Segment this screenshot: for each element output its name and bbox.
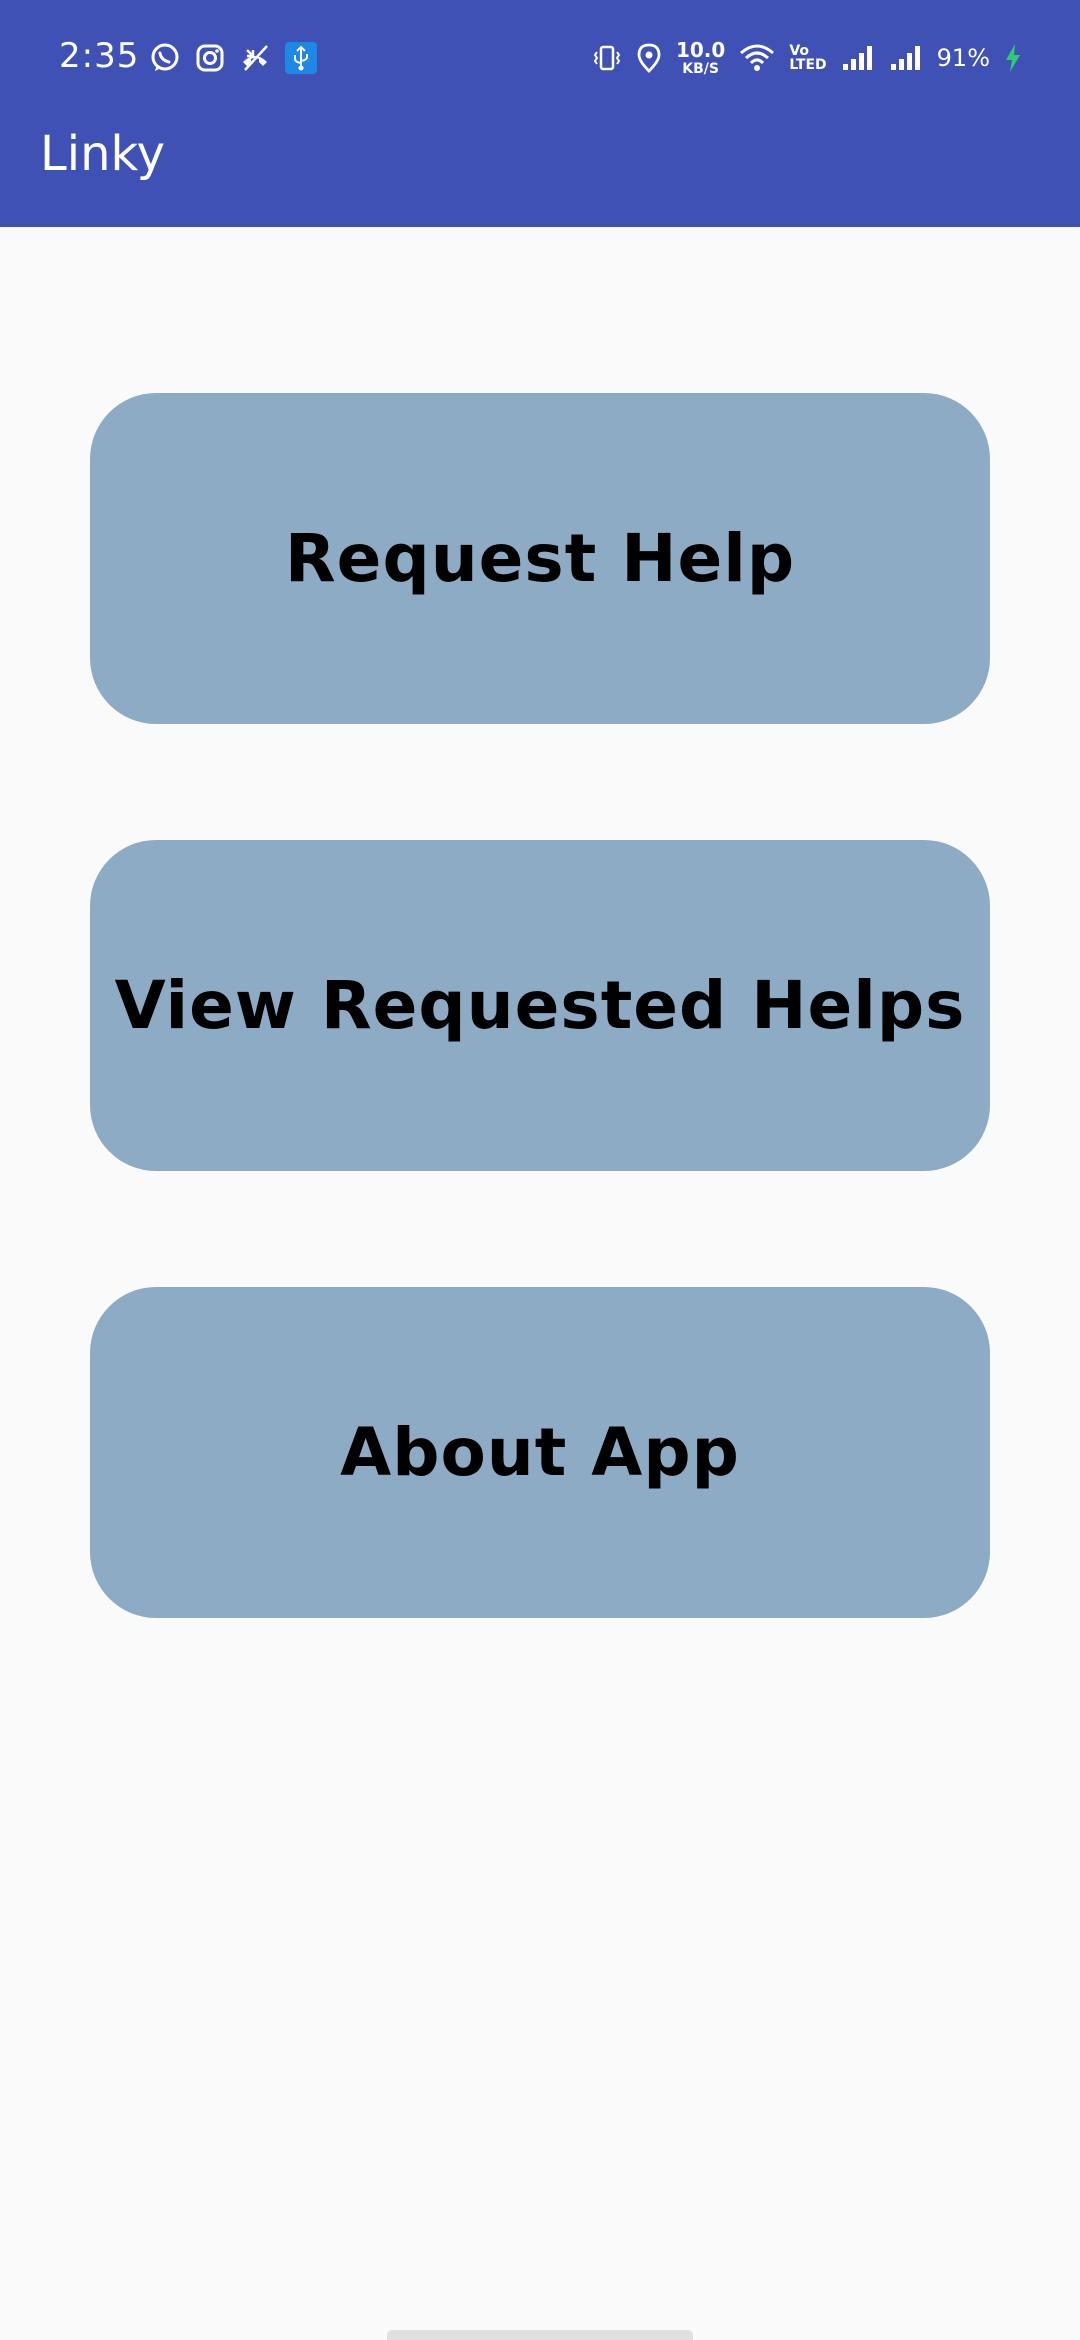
missed-call-icon — [239, 42, 271, 74]
whatsapp-icon — [149, 42, 181, 74]
instagram-icon — [195, 43, 225, 73]
charging-bolt-icon — [1004, 43, 1022, 73]
status-time: 2:35 — [59, 36, 140, 76]
network-speed-value: 10.0 — [675, 38, 726, 62]
view-requested-helps-button[interactable]: View Requested Helps — [90, 840, 990, 1171]
home-indicator[interactable] — [387, 2330, 693, 2340]
wifi-icon — [739, 43, 775, 73]
location-icon — [636, 43, 662, 73]
volte-top: Vo — [789, 43, 809, 59]
about-app-label: About App — [340, 1414, 740, 1491]
network-speed-unit: KB/S — [682, 61, 719, 77]
main-menu: Request Help View Requested Helps About … — [90, 393, 990, 1734]
signal-icon-sim1 — [841, 44, 875, 72]
home-screen: 2:35 10.0 KB/S Vo LTED 91% Linky Request… — [0, 0, 1080, 2340]
app-title: Linky — [40, 126, 165, 182]
network-speed: 10.0 KB/S — [676, 40, 725, 76]
about-app-button[interactable]: About App — [90, 1287, 990, 1618]
battery-percent: 91% — [936, 44, 990, 72]
app-bar: 2:35 10.0 KB/S Vo LTED 91% Linky — [0, 0, 1080, 227]
request-help-label: Request Help — [284, 520, 796, 597]
usb-icon — [285, 42, 317, 74]
volte-bottom: LTED — [789, 57, 827, 73]
request-help-button[interactable]: Request Help — [90, 393, 990, 724]
vibrate-icon — [592, 43, 622, 73]
signal-icon-sim2 — [889, 44, 923, 72]
notification-icons — [149, 40, 317, 76]
volte-indicator: Vo LTED — [789, 44, 826, 72]
status-bar: 2:35 10.0 KB/S Vo LTED 91% — [0, 0, 1080, 118]
system-status-icons: 10.0 KB/S Vo LTED 91% — [592, 36, 1022, 80]
view-requested-helps-label: View Requested Helps — [114, 967, 966, 1044]
